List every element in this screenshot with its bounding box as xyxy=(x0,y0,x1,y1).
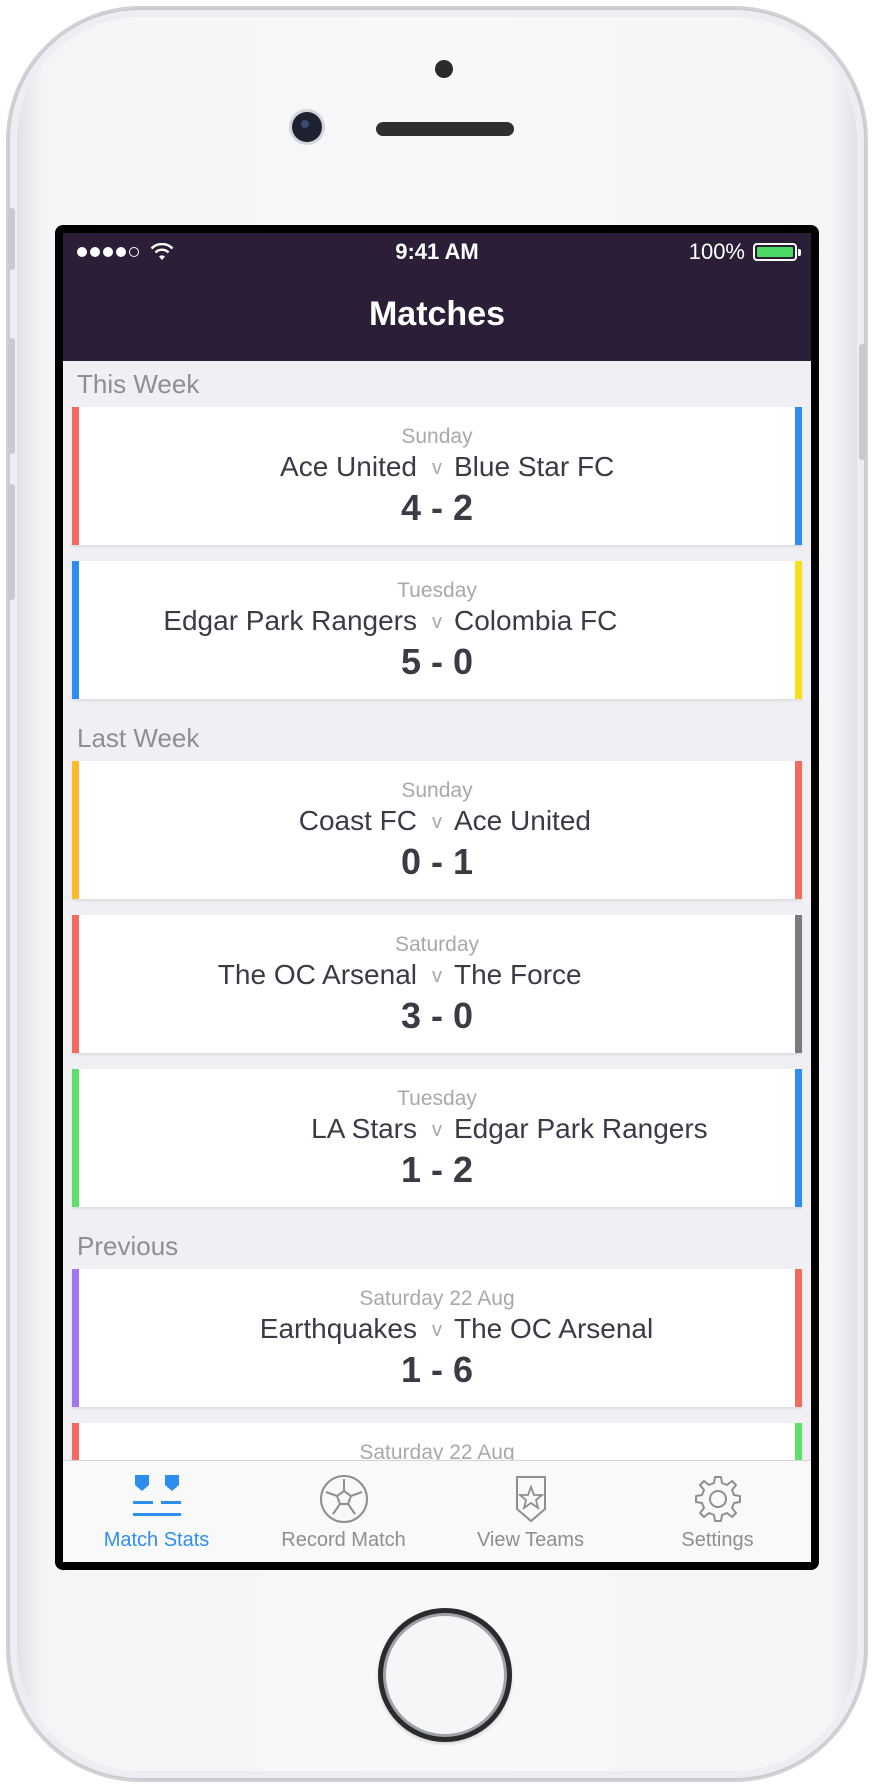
versus-label: v xyxy=(432,1319,442,1341)
section-header: Last Week xyxy=(77,723,200,753)
away-team-color-bar xyxy=(795,407,802,545)
tab-label: Record Match xyxy=(281,1529,406,1551)
section-header: This Week xyxy=(77,369,200,399)
volume-down-button xyxy=(8,484,15,600)
match-date: Saturday 22 Aug xyxy=(359,1441,515,1461)
match-date: Saturday xyxy=(394,933,480,956)
versus-label: v xyxy=(432,965,442,987)
away-team-name: Blue Star FC xyxy=(454,451,615,482)
app-screen: 9:41 AM 100% Matches This Week Sunday Ac… xyxy=(63,233,811,1562)
versus-label: v xyxy=(432,811,442,833)
match-teams: Coast FC v Ace United xyxy=(72,805,802,839)
match-score: 4 - 2 xyxy=(400,487,474,528)
away-team-name: The Force xyxy=(454,959,582,990)
mute-switch xyxy=(8,208,15,270)
home-team-name: Ace United xyxy=(280,451,417,482)
proximity-sensor xyxy=(435,60,453,78)
away-team-name: Ace United xyxy=(454,805,591,836)
match-card[interactable]: Tuesday Edgar Park Rangers v Colombia FC… xyxy=(72,561,802,699)
match-date: Sunday xyxy=(401,779,473,802)
home-button[interactable] xyxy=(378,1608,512,1742)
match-date: Saturday 22 Aug xyxy=(359,1287,515,1310)
versus-label: v xyxy=(432,1119,442,1141)
battery-percent: 100% xyxy=(688,239,745,264)
away-team-color-bar xyxy=(795,1423,802,1461)
match-teams: Ace United v Blue Star FC xyxy=(72,451,802,485)
away-team-name: Edgar Park Rangers xyxy=(454,1113,708,1144)
match-card[interactable]: Tuesday LA Stars v Edgar Park Rangers 1 … xyxy=(72,1069,802,1207)
match-stats-icon xyxy=(132,1475,181,1516)
match-card[interactable]: Sunday Coast FC v Ace United 0 - 1 xyxy=(72,761,802,899)
match-score: 1 - 2 xyxy=(400,1149,474,1190)
earpiece-speaker xyxy=(376,122,514,136)
match-score: 3 - 0 xyxy=(400,995,474,1036)
match-date: Tuesday xyxy=(397,1087,477,1110)
versus-label: v xyxy=(432,611,442,633)
match-card[interactable]: Saturday The OC Arsenal v The Force 3 - … xyxy=(72,915,802,1053)
soccer-ball-icon xyxy=(319,1475,368,1523)
home-team-name: The OC Arsenal xyxy=(217,959,417,990)
away-team-color-bar xyxy=(795,1269,802,1407)
match-score: 0 - 1 xyxy=(400,841,474,882)
match-teams: LA Stars v Edgar Park Rangers xyxy=(72,1113,802,1147)
home-team-name: Earthquakes xyxy=(259,1313,417,1344)
tab-label: Settings xyxy=(681,1529,754,1551)
tab-record-match[interactable]: Record Match xyxy=(250,1461,437,1562)
navigation-bar: 9:41 AM 100% Matches xyxy=(63,233,811,361)
match-card[interactable]: Sunday Ace United v Blue Star FC 4 - 2 xyxy=(72,407,802,545)
volume-up-button xyxy=(8,338,15,454)
away-team-name: The OC Arsenal xyxy=(454,1313,654,1344)
status-bar: 9:41 AM 100% xyxy=(63,233,811,273)
gear-icon xyxy=(694,1476,741,1522)
power-button xyxy=(859,344,866,460)
match-teams: The OC Arsenal v The Force xyxy=(72,959,802,993)
shield-star-icon xyxy=(515,1476,546,1523)
away-team-color-bar xyxy=(795,1069,802,1207)
section-header: Previous xyxy=(77,1231,179,1261)
battery-icon xyxy=(753,243,801,261)
match-score: 5 - 0 xyxy=(400,641,474,682)
tab-label: Match Stats xyxy=(103,1529,210,1551)
match-date: Tuesday xyxy=(397,579,477,602)
tab-bar: Match Stats Record Match View Teams Sett… xyxy=(63,1460,811,1562)
front-camera xyxy=(292,112,322,142)
match-card[interactable]: Saturday 22 Aug Earthquakes v The OC Ars… xyxy=(72,1269,802,1407)
tab-label: View Teams xyxy=(476,1529,585,1551)
home-team-name: Edgar Park Rangers xyxy=(163,605,417,636)
page-title: Matches xyxy=(368,295,506,333)
match-score: 1 - 6 xyxy=(400,1349,474,1390)
home-team-name: LA Stars xyxy=(311,1113,417,1144)
match-teams: Edgar Park Rangers v Colombia FC xyxy=(72,605,802,639)
away-team-color-bar xyxy=(795,761,802,899)
tab-settings[interactable]: Settings xyxy=(624,1461,811,1562)
match-date: Sunday xyxy=(401,425,473,448)
away-team-color-bar xyxy=(795,561,802,699)
match-card[interactable]: Saturday 22 Aug xyxy=(72,1423,802,1461)
away-team-color-bar xyxy=(795,915,802,1053)
versus-label: v xyxy=(432,457,442,479)
tab-view-teams[interactable]: View Teams xyxy=(437,1461,624,1562)
home-team-name: Coast FC xyxy=(298,805,417,836)
match-list[interactable]: This Week Sunday Ace United v Blue Star … xyxy=(63,361,811,1461)
away-team-name: Colombia FC xyxy=(454,605,618,636)
tab-match-stats[interactable]: Match Stats xyxy=(63,1461,250,1562)
match-teams: Earthquakes v The OC Arsenal xyxy=(72,1313,802,1347)
